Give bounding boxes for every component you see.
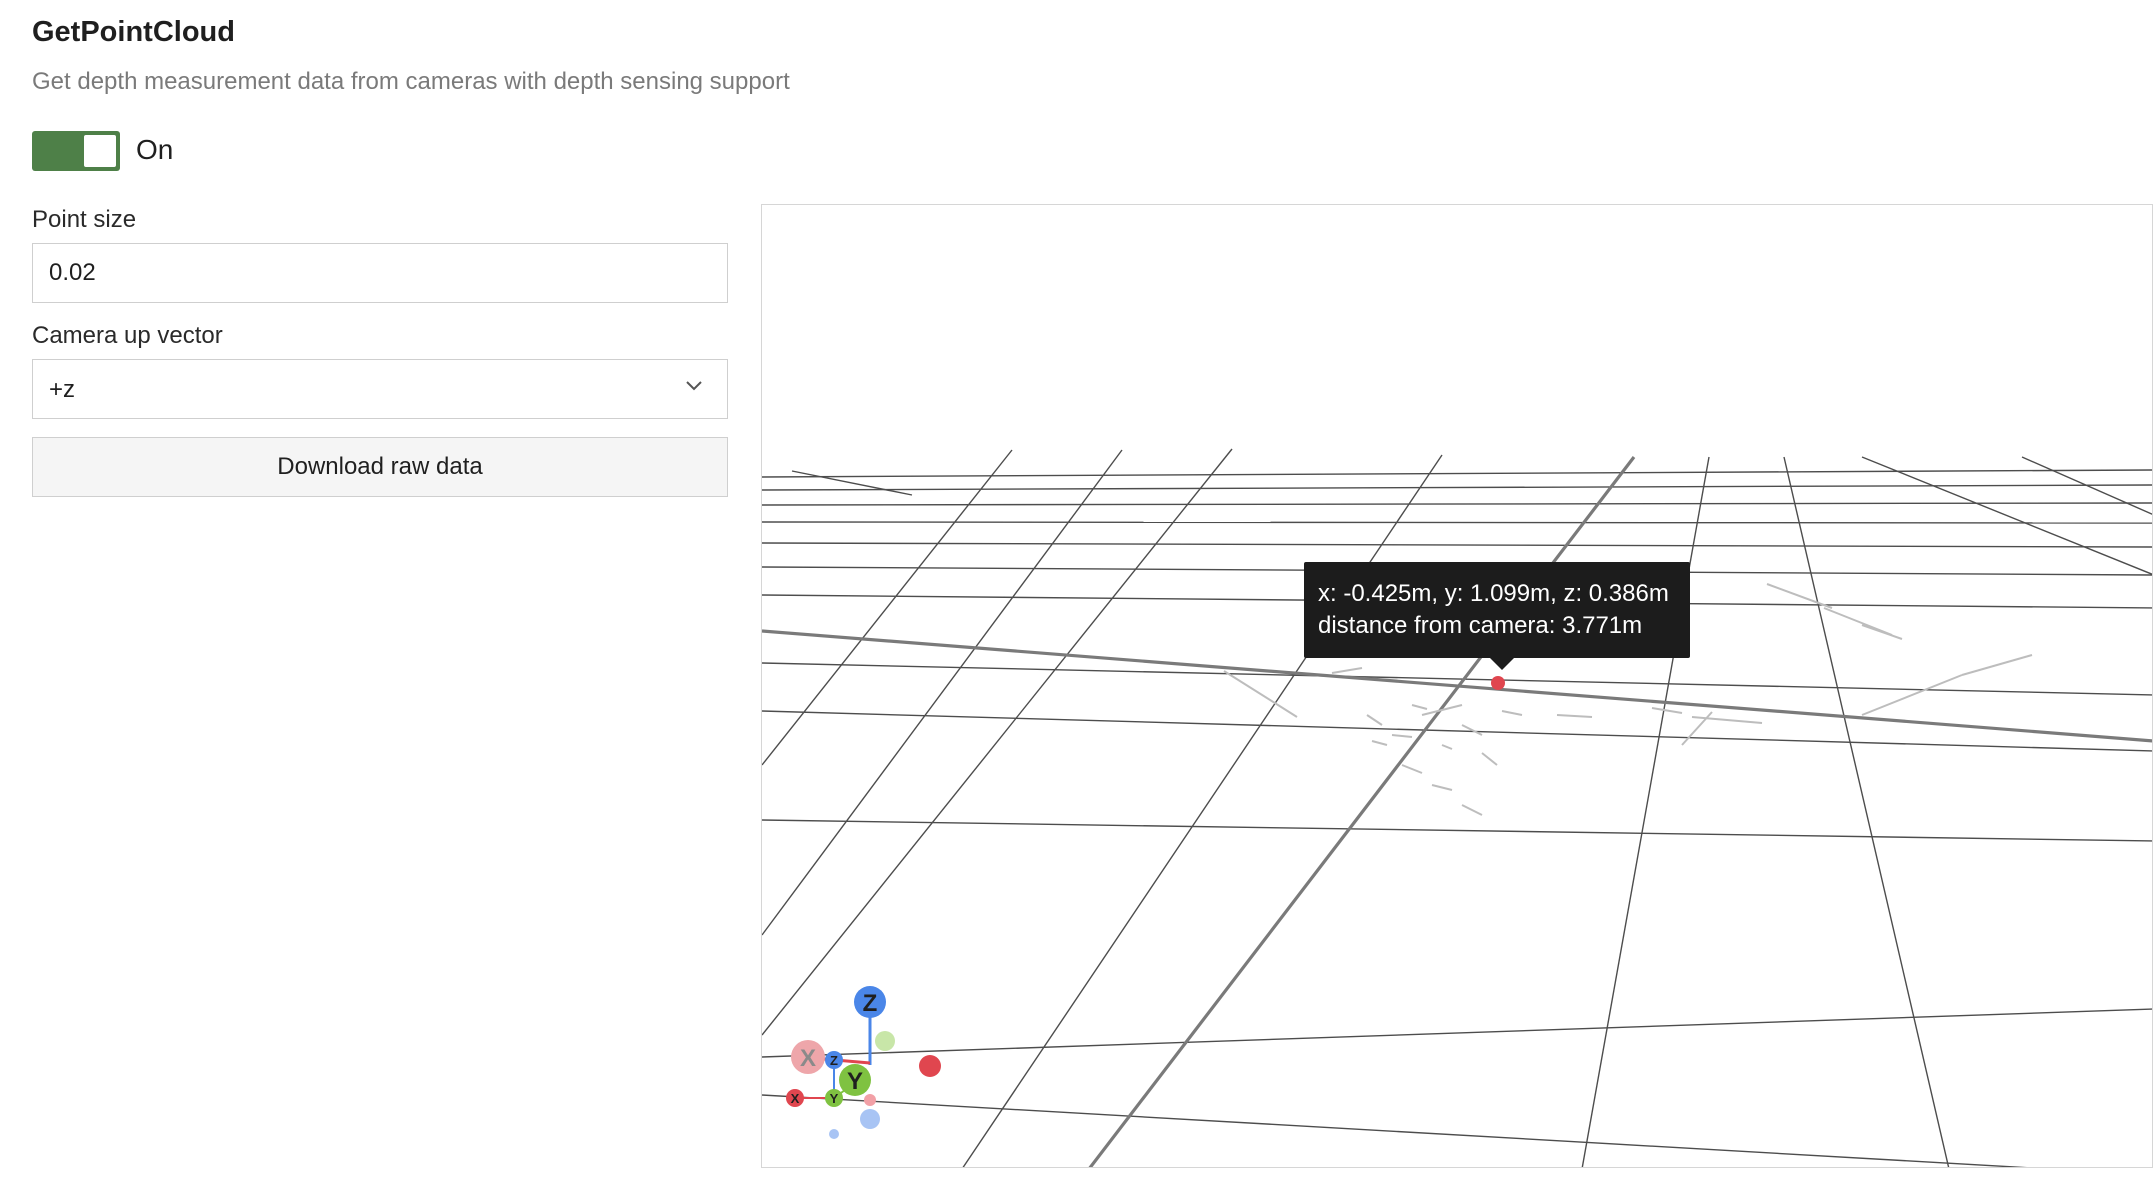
- gizmo-y-label: Y: [847, 1068, 863, 1095]
- point-size-label: Point size: [32, 206, 137, 233]
- gizmo-z-label: Z: [863, 990, 878, 1017]
- point-cloud-viewer[interactable]: Z Y X Z Y X: [761, 204, 2153, 1168]
- page-subtitle: Get depth measurement data from cameras …: [32, 68, 790, 95]
- point-size-input[interactable]: [32, 243, 728, 303]
- ground-grid: [762, 448, 2152, 1167]
- point-cloud-canvas[interactable]: Z Y X Z Y X: [762, 205, 2153, 1168]
- toggle-label: On: [136, 134, 174, 165]
- point-tooltip: x: -0.425m, y: 1.099m, z: 0.386m distanc…: [1304, 562, 1690, 670]
- enable-toggle[interactable]: [32, 131, 120, 171]
- download-raw-data-button[interactable]: Download raw data: [32, 437, 728, 497]
- svg-text:Z: Z: [830, 1053, 838, 1068]
- toggle-knob: [84, 135, 116, 167]
- tooltip-coords: x: -0.425m, y: 1.099m, z: 0.386m: [1318, 580, 1669, 607]
- page-title: GetPointCloud: [32, 16, 235, 48]
- svg-text:X: X: [791, 1091, 800, 1106]
- gizmo-x-label: X: [800, 1045, 816, 1072]
- chevron-down-icon: [686, 381, 702, 391]
- camera-up-label: Camera up vector: [32, 322, 223, 349]
- tooltip-distance: distance from camera: 3.771m: [1318, 612, 1643, 639]
- axis-gizmo: Z Y X Z Y X: [786, 986, 941, 1139]
- camera-up-value: +z: [49, 376, 76, 403]
- camera-up-select[interactable]: +z: [32, 359, 728, 419]
- selected-point: [1491, 676, 1505, 690]
- svg-text:Y: Y: [830, 1091, 839, 1106]
